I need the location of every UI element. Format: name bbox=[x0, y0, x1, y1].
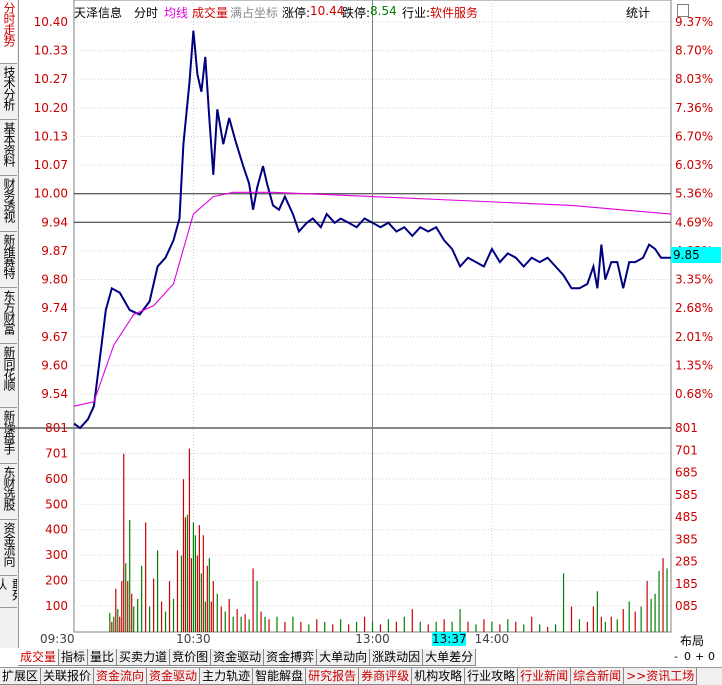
indicator-tab-7[interactable]: 大单动向 bbox=[317, 649, 371, 666]
limit-down-value: 8.54 bbox=[370, 4, 397, 18]
limit-down-label: 跌停: bbox=[342, 6, 371, 20]
volume-right-label: 485 bbox=[675, 510, 698, 524]
info-tab-6[interactable]: 研究报告 bbox=[306, 668, 360, 685]
layout-button[interactable]: 布局 bbox=[680, 632, 704, 649]
mode-label: 分时 bbox=[134, 6, 159, 20]
volume-right-label: 385 bbox=[675, 532, 698, 546]
volume-tick-label: 200 bbox=[45, 574, 68, 588]
time-tick-label: 14:00 bbox=[475, 632, 510, 646]
price-tick-label: 10.07 bbox=[34, 158, 68, 172]
pct-tick-label: 8.03% bbox=[675, 72, 713, 86]
volume-right-label: 185 bbox=[675, 577, 698, 591]
pct-tick-label: 1.35% bbox=[675, 358, 713, 372]
volume-tick-label: 300 bbox=[45, 548, 68, 562]
pct-tick-label: 5.36% bbox=[675, 187, 713, 201]
price-tick-label: 9.80 bbox=[41, 273, 68, 287]
volume-right-label: 285 bbox=[675, 555, 698, 569]
zoom-in-button[interactable]: + bbox=[695, 650, 704, 663]
avg-line-toggle[interactable]: 均线 bbox=[164, 4, 188, 21]
volume-tick-label: 400 bbox=[45, 523, 68, 537]
volume-tick-label: 500 bbox=[45, 497, 68, 511]
zoom-out-button[interactable]: - bbox=[674, 650, 678, 663]
pct-tick-label: 4.69% bbox=[675, 215, 713, 229]
coord-toggle[interactable]: 满占坐标 bbox=[230, 4, 278, 21]
price-tick-label: 9.54 bbox=[41, 387, 68, 401]
price-tick-label: 10.13 bbox=[34, 129, 68, 143]
info-tab-9[interactable]: 行业攻略 bbox=[465, 668, 519, 685]
zoom-control[interactable]: - 0 + 0 bbox=[672, 650, 722, 665]
info-tab-7[interactable]: 券商评级 bbox=[359, 668, 413, 685]
volume-right-label: 701 bbox=[675, 443, 698, 457]
zoom-reset-value: 0 bbox=[708, 650, 715, 663]
price-tick-label: 10.33 bbox=[34, 44, 68, 58]
volume-tick-label: 600 bbox=[45, 472, 68, 486]
zoom-value: 0 bbox=[684, 650, 691, 663]
indicator-tab-3[interactable]: 买卖力道 bbox=[117, 649, 171, 666]
pct-tick-label: 2.68% bbox=[675, 301, 713, 315]
indicator-tab-1[interactable]: 指标 bbox=[59, 649, 89, 666]
info-tab-10[interactable]: 行业新闻 bbox=[518, 668, 572, 685]
info-tab-1[interactable]: 关联报价 bbox=[41, 668, 95, 685]
indicator-tab-5[interactable]: 资金驱动 bbox=[211, 649, 265, 666]
industry-value[interactable]: 软件服务 bbox=[430, 4, 478, 21]
pct-tick-label: 6.70% bbox=[675, 129, 713, 143]
indicator-tab-2[interactable]: 量比 bbox=[88, 649, 118, 666]
volume-tick-label: 100 bbox=[45, 599, 68, 613]
volume-right-label: 585 bbox=[675, 488, 698, 502]
indicator-tab-0[interactable]: 成交量 bbox=[18, 649, 60, 666]
info-tab-8[interactable]: 机构攻略 bbox=[412, 668, 466, 685]
pct-tick-label: 3.35% bbox=[675, 273, 713, 287]
indicator-tab-row: 成交量 指标 量比 买卖力道 竞价图 资金驱动 资金搏弈 大单动向 涨跌动因 大单差分 bbox=[18, 649, 477, 666]
price-tick-label: 9.74 bbox=[41, 301, 68, 315]
price-tick-label: 10.27 bbox=[34, 72, 68, 86]
volume-right-label: 085 bbox=[675, 599, 698, 613]
indicator-tab-8[interactable]: 涨跌动因 bbox=[370, 649, 424, 666]
pct-tick-label: 2.01% bbox=[675, 330, 713, 344]
stock-name: 天泽信息 bbox=[74, 6, 123, 20]
price-tick-label: 9.67 bbox=[41, 330, 68, 344]
current-price-badge: 9.85 bbox=[671, 247, 721, 263]
volume-toggle[interactable]: 成交量 bbox=[192, 4, 228, 21]
price-tick-label: 10.00 bbox=[34, 187, 68, 201]
pct-tick-label: 7.36% bbox=[675, 101, 713, 115]
limit-up-label: 涨停: bbox=[282, 6, 311, 20]
info-tab-11[interactable]: 综合新闻 bbox=[571, 668, 625, 685]
info-tab-3[interactable]: 资金驱动 bbox=[147, 668, 201, 685]
current-time-badge: 13:37 bbox=[432, 632, 467, 646]
info-tab-0[interactable]: 扩展区 bbox=[0, 668, 42, 685]
info-tab-row: 扩展区 关联报价 资金流向 资金驱动 主力轨迹 智能解盘 研究报告 券商评级 机构攻略 行业攻略行… bbox=[0, 667, 722, 685]
time-tick-label: 09:30 bbox=[40, 632, 75, 646]
indicator-tab-6[interactable]: 资金搏弈 bbox=[264, 649, 318, 666]
info-tab-2[interactable]: 资金流向 bbox=[94, 668, 148, 685]
price-tick-label: 9.60 bbox=[41, 358, 68, 372]
stats-button[interactable]: 统计 bbox=[626, 4, 650, 21]
volume-right-label: 801 bbox=[675, 421, 698, 435]
intraday-chart[interactable]: 10.40 9.37%10.33 8.70%10.27 8.03%10.20 7.36%… bbox=[0, 0, 722, 648]
time-tick-label: 13:00 bbox=[355, 632, 390, 646]
info-tab-12[interactable]: >>资讯工场 bbox=[624, 668, 698, 685]
volume-tick-label: 801 bbox=[45, 421, 68, 435]
price-tick-label: 10.20 bbox=[34, 101, 68, 115]
pct-tick-label: 8.70% bbox=[675, 44, 713, 58]
pct-tick-label: 0.68% bbox=[675, 387, 713, 401]
pct-tick-label: 6.03% bbox=[675, 158, 713, 172]
volume-right-label: 685 bbox=[675, 466, 698, 480]
pct-tick-label: 9.37% bbox=[675, 15, 713, 29]
quote-header: 天泽信息 分时 均线 成交量 满占坐标 涨停: 10.44 跌停: 8.54 行… bbox=[18, 0, 689, 22]
time-tick-label: 10:30 bbox=[176, 632, 211, 646]
price-tick-label: 9.87 bbox=[41, 244, 68, 258]
indicator-tab-9[interactable]: 大单差分 bbox=[423, 649, 477, 666]
price-tick-label: 9.94 bbox=[41, 215, 68, 229]
limit-up-value: 10.44 bbox=[310, 4, 345, 18]
industry-label: 行业: bbox=[402, 6, 431, 20]
info-tab-5[interactable]: 智能解盘 bbox=[253, 668, 307, 685]
indicator-tab-4[interactable]: 竞价图 bbox=[170, 649, 212, 666]
window-toggle-icon[interactable] bbox=[677, 4, 689, 17]
volume-tick-label: 701 bbox=[45, 446, 68, 460]
info-tab-4[interactable]: 主力轨迹 bbox=[200, 668, 254, 685]
